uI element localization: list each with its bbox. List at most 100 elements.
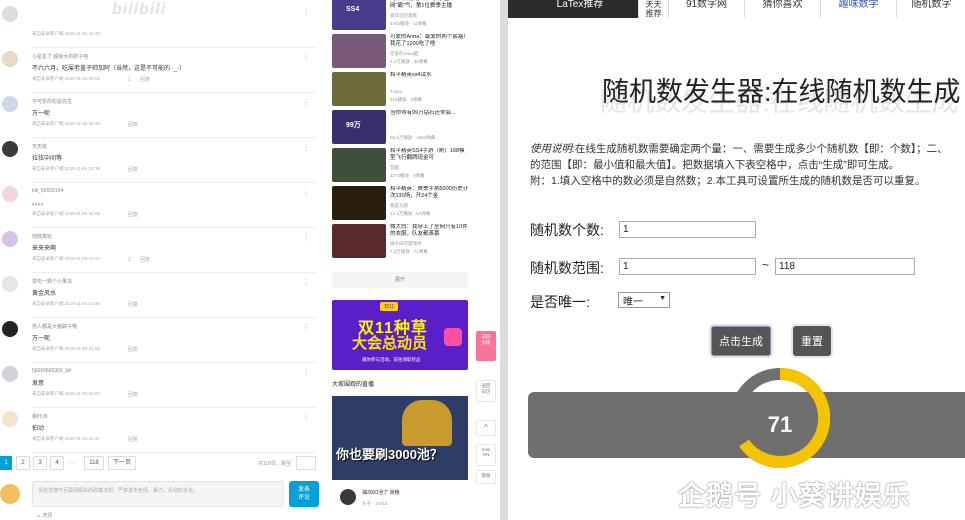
emoji-button[interactable]: ☺ 表情 [36, 512, 53, 519]
nav-91math[interactable]: 91数字网 [668, 0, 744, 18]
comment-avatar[interactable] [2, 411, 18, 427]
video-card[interactable]: 可爱的Anna：最爱的两个套路！我花了1200吃了啥 可爱的Anna超 3.1万播放… [330, 34, 470, 74]
comment-author[interactable]: bili_65559164 [32, 188, 63, 194]
page-1-button[interactable]: 1 [0, 456, 12, 470]
range-min-input[interactable] [619, 258, 756, 275]
comment-author[interactable]: 56656605302_bili [32, 368, 71, 374]
comment-avatar[interactable] [2, 366, 18, 382]
video-card[interactable]: SS4 【和平精英】S54赛季金网"霸"气，第1位赛季主播爱欢玩的观看 6784播放… [330, 0, 470, 36]
comment-avatar[interactable] [2, 231, 18, 247]
comment-actions[interactable]: 回复 [128, 346, 138, 353]
more-icon[interactable]: ⋮ [302, 143, 310, 152]
comment-author[interactable]: 天天偷 [32, 143, 47, 150]
mini-player-toggle[interactable]: mini ON [476, 444, 496, 466]
unfold-button[interactable]: 展开 [332, 272, 468, 288]
back-old-version-button[interactable]: 返回 旧版 [476, 331, 496, 361]
nav-guess[interactable]: 猜你喜欢 [744, 0, 820, 18]
video-uploader[interactable]: Tvass [390, 89, 402, 94]
comment-actions[interactable]: 回复 [128, 211, 138, 218]
comment-author[interactable]: 彻底疯玩 [32, 233, 52, 240]
next-page-button[interactable]: 下一页 [108, 456, 136, 470]
video-uploader[interactable]: 微大白的游戏吧 [390, 241, 422, 247]
video-thumbnail[interactable]: 99万 [332, 110, 386, 144]
more-icon[interactable]: ⋮ [302, 98, 310, 107]
comment-author[interactable]: 爱吃一颗个小果冻 [32, 278, 72, 285]
more-icon[interactable]: ⋮ [302, 323, 310, 332]
page-last-button[interactable]: 118 [84, 456, 104, 470]
video-card[interactable]: 和平精英：赛季手柄5000历史计次130场，开24个金 我是写题 12.4万播放 ·… [330, 186, 470, 226]
more-icon[interactable]: ⋮ [302, 278, 310, 287]
reset-button[interactable]: 重置 [793, 326, 831, 356]
range-separator: ~ [762, 258, 770, 272]
video-thumbnail[interactable] [332, 148, 386, 182]
nav-latex[interactable]: LaTex推荐 [534, 0, 626, 18]
promo-banner[interactable]: 双11 双11种草 大会总动员 邀你参与活动，前往领取奖品 [332, 300, 468, 370]
nav-random[interactable]: 随机数字 [896, 0, 965, 18]
video-card[interactable]: 和平精英ss4试水 Tvass 913播放 · 6弹幕 [330, 72, 470, 112]
comment-author[interactable]: 枫叶28 [32, 413, 48, 420]
video-title[interactable]: 当你得有99万钻石还你会... [390, 110, 470, 117]
video-card[interactable]: 和平精英SS4手游（刷）168模型飞行翻牌现金可 忽酷 2274播放 · 4弹幕 [330, 148, 470, 188]
more-icon[interactable]: ⋮ [302, 188, 310, 197]
video-title[interactable]: 和平精英ss4试水 [390, 72, 470, 79]
page-2-button[interactable]: 2 [16, 456, 30, 470]
page-4-button[interactable]: 4 [50, 456, 64, 470]
video-uploader[interactable]: 忽酷 [390, 165, 399, 171]
video-title[interactable]: 和平精英SS4手游（刷）168模型飞行翻牌现金可 [390, 148, 470, 162]
unique-select[interactable]: 唯一 ▼ [618, 292, 670, 308]
comment-avatar[interactable] [2, 186, 18, 202]
video-card[interactable]: 微大白：我穿上了全网只有10件的衣服，队友都羡慕微大白的游戏吧 7.2万播放 · … [330, 224, 470, 264]
comment-actions[interactable]: 回复 [128, 166, 138, 173]
video-card[interactable]: 99万 当你得有99万钻石还你会... 56.6万播放 · 1864弹幕 [330, 110, 470, 150]
comment-divider [32, 47, 316, 48]
video-title[interactable]: 和平精英：赛季手柄5000历史计次130场，开24个金 [390, 186, 470, 200]
comment-author[interactable]: 不可爱的松鼠先生 [32, 98, 72, 105]
video-thumbnail[interactable] [332, 72, 386, 106]
more-icon[interactable]: ⋮ [302, 368, 310, 377]
comment-actions[interactable]: 1 回复 [128, 76, 150, 83]
more-icon[interactable]: ⋮ [302, 8, 310, 17]
comment-actions[interactable]: 1 回复 [128, 256, 150, 263]
comment-meta: 来自安卓客户端 2019-11-04 20:35 [32, 166, 100, 171]
video-uploader[interactable]: 我是写题 [390, 203, 408, 209]
range-max-input[interactable] [775, 258, 915, 275]
live-thumbnail[interactable]: 你也要刷3000池？ [332, 396, 468, 480]
window-divider[interactable] [500, 0, 508, 520]
comment-actions[interactable]: 回复 [128, 301, 138, 308]
generate-button[interactable]: 点击生成 [711, 326, 771, 356]
comment-avatar[interactable] [2, 141, 18, 157]
video-title[interactable]: 微大白：我穿上了全网只有10件的衣服，队友都羡慕 [390, 224, 470, 238]
page-jump-input[interactable] [296, 456, 316, 470]
nav-fun-math[interactable]: 趣味数学 [820, 0, 896, 18]
comment-actions[interactable]: 回复 [128, 391, 138, 398]
comment-author[interactable]: 男人都是大猪蹄子哦 [32, 323, 77, 330]
more-icon[interactable]: ⋮ [302, 53, 310, 62]
video-title[interactable]: 【和平精英】S54赛季金网"霸"气，第1位赛季主播 [390, 0, 470, 10]
comment-avatar[interactable] [2, 96, 18, 112]
comment-avatar[interactable] [2, 51, 18, 67]
comment-actions[interactable]: 回复 [128, 121, 138, 128]
video-thumbnail[interactable]: SS4 [332, 0, 386, 30]
video-thumbnail[interactable] [332, 224, 386, 258]
video-stats: 7.2万播放 · 71弹幕 [390, 249, 428, 254]
video-thumbnail[interactable] [332, 34, 386, 68]
back-calendar-button[interactable]: 返回 日历 [476, 380, 496, 402]
scroll-top-button[interactable]: ^ [476, 420, 496, 436]
comment-actions[interactable]: 回复 [128, 436, 138, 443]
more-icon[interactable]: ⋮ [302, 233, 310, 242]
comment-input[interactable]: 请自觉遵守互联网相关的政策法规，严禁发布色情、暴力、反动的言论。 [32, 481, 284, 507]
video-uploader[interactable]: 可爱的Anna超 [390, 51, 419, 57]
count-input[interactable] [619, 221, 756, 238]
video-uploader[interactable]: 爱欢玩的观看 [390, 13, 417, 19]
more-icon[interactable]: ⋮ [302, 413, 310, 422]
comment-avatar[interactable] [2, 276, 18, 292]
comment-avatar[interactable] [2, 6, 18, 22]
video-title[interactable]: 可爱的Anna：最爱的两个套路！我花了1200吃了啥 [390, 34, 470, 48]
customer-service-button[interactable]: 客服 [476, 470, 496, 484]
send-comment-button[interactable]: 发表 评论 [289, 481, 319, 507]
comment-author[interactable]: 小星星了 超级大的奶子哈 [32, 53, 88, 60]
nav-daily[interactable]: 天天 推荐 [638, 0, 668, 18]
page-3-button[interactable]: 3 [33, 456, 47, 470]
video-thumbnail[interactable] [332, 186, 386, 220]
comment-avatar[interactable] [2, 321, 18, 337]
